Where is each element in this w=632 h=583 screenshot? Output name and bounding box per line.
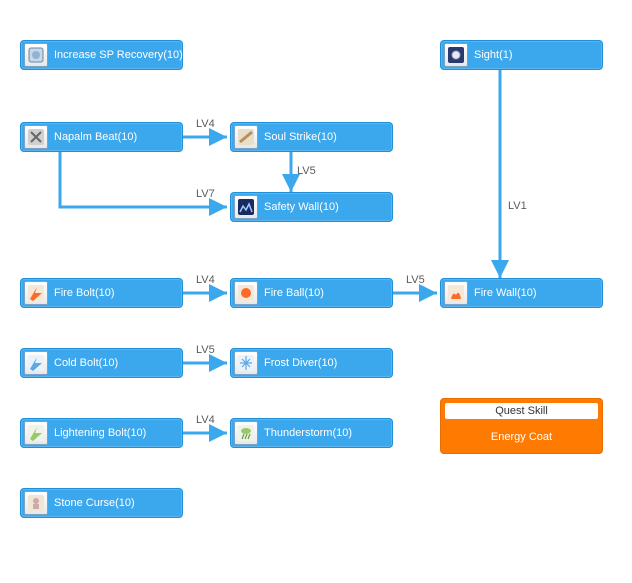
skill-lightening-bolt[interactable]: Lightening Bolt(10) xyxy=(20,418,183,448)
fire-ball-icon xyxy=(234,281,258,305)
skill-increase-sp-recovery[interactable]: Increase SP Recovery(10) xyxy=(20,40,183,70)
level-label: LV5 xyxy=(196,344,215,356)
level-label: LV5 xyxy=(297,165,316,177)
skill-label: Fire Ball(10) xyxy=(264,287,324,299)
skill-label: Safety Wall(10) xyxy=(264,201,339,213)
quest-skill-name: Energy Coat xyxy=(441,423,602,453)
level-label: LV4 xyxy=(196,414,215,426)
cold-bolt-icon xyxy=(24,351,48,375)
thunderstorm-icon xyxy=(234,421,258,445)
skill-cold-bolt[interactable]: Cold Bolt(10) xyxy=(20,348,183,378)
quest-skill-title: Quest Skill xyxy=(445,403,598,419)
skill-fire-ball[interactable]: Fire Ball(10) xyxy=(230,278,393,308)
skill-label: Increase SP Recovery(10) xyxy=(54,49,183,61)
skill-stone-curse[interactable]: Stone Curse(10) xyxy=(20,488,183,518)
skill-label: Fire Wall(10) xyxy=(474,287,537,299)
skill-label: Frost Diver(10) xyxy=(264,357,337,369)
skill-label: Sight(1) xyxy=(474,49,513,61)
skill-fire-bolt[interactable]: Fire Bolt(10) xyxy=(20,278,183,308)
skill-label: Fire Bolt(10) xyxy=(54,287,115,299)
skill-label: Lightening Bolt(10) xyxy=(54,427,146,439)
level-label: LV7 xyxy=(196,188,215,200)
fire-wall-icon xyxy=(444,281,468,305)
quest-skill-box: Quest Skill Energy Coat xyxy=(440,398,603,454)
skill-label: Cold Bolt(10) xyxy=(54,357,118,369)
level-label: LV4 xyxy=(196,118,215,130)
skill-soul-strike[interactable]: Soul Strike(10) xyxy=(230,122,393,152)
skill-frost-diver[interactable]: Frost Diver(10) xyxy=(230,348,393,378)
skill-tree-canvas: LV4 LV5 LV7 LV1 LV4 LV5 LV5 LV4 Increase… xyxy=(0,0,632,583)
frost-diver-icon xyxy=(234,351,258,375)
skill-label: Napalm Beat(10) xyxy=(54,131,137,143)
skill-napalm-beat[interactable]: Napalm Beat(10) xyxy=(20,122,183,152)
skill-safety-wall[interactable]: Safety Wall(10) xyxy=(230,192,393,222)
level-label: LV5 xyxy=(406,274,425,286)
skill-sight[interactable]: Sight(1) xyxy=(440,40,603,70)
level-label: LV1 xyxy=(508,200,527,212)
skill-thunderstorm[interactable]: Thunderstorm(10) xyxy=(230,418,393,448)
level-label: LV4 xyxy=(196,274,215,286)
skill-label: Thunderstorm(10) xyxy=(264,427,352,439)
safety-wall-icon xyxy=(234,195,258,219)
stone-curse-icon xyxy=(24,491,48,515)
sight-icon xyxy=(444,43,468,67)
skill-fire-wall[interactable]: Fire Wall(10) xyxy=(440,278,603,308)
napalm-beat-icon xyxy=(24,125,48,149)
sp-recovery-icon xyxy=(24,43,48,67)
soul-strike-icon xyxy=(234,125,258,149)
skill-label: Soul Strike(10) xyxy=(264,131,337,143)
lightening-bolt-icon xyxy=(24,421,48,445)
skill-label: Stone Curse(10) xyxy=(54,497,135,509)
fire-bolt-icon xyxy=(24,281,48,305)
